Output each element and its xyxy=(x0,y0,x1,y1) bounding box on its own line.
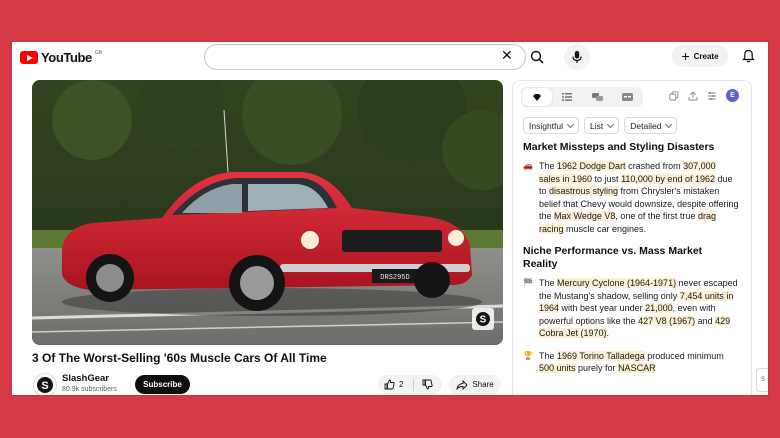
region-code: GB xyxy=(94,49,103,56)
tab-summary[interactable] xyxy=(522,88,552,106)
notifications-button[interactable] xyxy=(738,46,758,66)
text-segment: The xyxy=(539,350,558,361)
user-avatar[interactable]: E xyxy=(726,89,739,102)
bullet-emoji-icon: 🚗 xyxy=(523,161,533,170)
highlighted-term[interactable]: 21,000 xyxy=(645,303,673,313)
highlighted-term[interactable]: 500 units xyxy=(539,363,576,373)
tab-chat[interactable] xyxy=(582,88,612,106)
bullet-emoji-icon: 🏁 xyxy=(523,278,533,287)
tab-captions[interactable] xyxy=(612,88,642,106)
summary-item-text: The 1969 Torino Talladega produced minim… xyxy=(539,350,739,375)
like-button[interactable]: 2 xyxy=(378,379,413,390)
create-label: Create xyxy=(693,51,719,61)
bell-icon xyxy=(741,49,755,63)
summary-item: 🏁 The Mercury Cyclone (1964-1971) never e… xyxy=(523,277,739,340)
youtube-logo[interactable]: YouTube GB xyxy=(20,50,102,65)
caption-icon xyxy=(621,93,633,101)
channel-avatar[interactable]: S xyxy=(33,373,57,395)
panel-tabs xyxy=(521,87,643,107)
copy-icon[interactable] xyxy=(669,90,679,101)
panel-tools: E xyxy=(669,89,739,102)
bullet-emoji-icon: 🏆 xyxy=(523,350,533,360)
section-heading: Market Missteps and Styling Disasters xyxy=(523,141,715,153)
summary-item-text: The Mercury Cyclone (1964-1971) never es… xyxy=(539,277,739,340)
settings-sliders-icon[interactable] xyxy=(707,91,717,101)
browser-frame: YouTube GB ✕ + Create DRS295D S 3 Of The… xyxy=(12,42,768,395)
like-dislike-group: 2 xyxy=(378,375,442,394)
text-segment: crashed from xyxy=(625,161,684,171)
svg-text:S: S xyxy=(41,380,48,392)
length-dropdown[interactable]: Detailed xyxy=(624,117,678,134)
highlighted-term[interactable]: 1962 Dodge Dart xyxy=(557,161,626,171)
length-value: Detailed xyxy=(630,120,662,131)
export-icon[interactable] xyxy=(688,90,698,101)
text-segment: . xyxy=(606,328,610,338)
text-segment: produced minimum xyxy=(644,350,724,361)
chevron-down-icon xyxy=(607,120,615,128)
share-button[interactable]: Share xyxy=(449,375,501,394)
highlighted-term[interactable]: NASCAR xyxy=(618,363,656,373)
masthead: YouTube GB ✕ + Create xyxy=(12,42,768,72)
channel-name[interactable]: SlashGear xyxy=(62,373,109,384)
text-segment: The xyxy=(539,161,558,171)
chevron-down-icon xyxy=(665,120,673,128)
style-dropdown[interactable]: Insightful xyxy=(523,117,580,134)
search-icon xyxy=(530,50,544,64)
like-count: 2 xyxy=(399,380,404,389)
summary-filters: Insightful List Detailed xyxy=(523,117,678,134)
summary-panel: E Insightful List Detailed Market Misste… xyxy=(512,80,752,395)
highlighted-term[interactable]: 1969 Torino Talladega xyxy=(557,350,645,361)
license-plate-text: DRS295D xyxy=(380,274,409,282)
subscribe-watermark[interactable]: S xyxy=(472,308,494,330)
text-segment: The xyxy=(539,278,558,288)
summary-icon xyxy=(533,93,541,101)
text-segment: and xyxy=(695,315,716,326)
logo-text: YouTube xyxy=(41,50,92,65)
create-button[interactable]: + Create xyxy=(672,45,728,67)
style-value: Insightful xyxy=(529,120,564,131)
clear-search-icon[interactable]: ✕ xyxy=(501,47,513,64)
highlighted-term[interactable]: 427 V8 (1967) xyxy=(638,315,696,326)
thumbs-up-icon xyxy=(384,379,395,390)
list-icon xyxy=(562,93,572,101)
search-button[interactable] xyxy=(524,44,550,70)
format-dropdown[interactable]: List xyxy=(584,117,620,134)
highlighted-term[interactable]: Max Wedge V8 xyxy=(554,211,616,221)
summary-item: 🏆 The 1969 Torino Talladega produced mini… xyxy=(523,350,739,375)
section-heading: Niche Performance vs. Mass Market Realit… xyxy=(523,245,703,270)
video-title: 3 Of The Worst-Selling '60s Muscle Cars … xyxy=(32,351,327,365)
subscriber-count: 80.9k subscribers xyxy=(62,386,117,393)
microphone-icon xyxy=(572,51,582,63)
summary-item: 🚗 The 1962 Dodge Dart crashed from 307,00… xyxy=(523,160,739,235)
thumbs-down-icon xyxy=(422,379,433,390)
highlighted-term[interactable]: Mercury Cyclone (1964-1971) xyxy=(557,278,677,288)
dislike-button[interactable] xyxy=(413,379,442,390)
share-label: Share xyxy=(472,380,494,389)
text-segment: muscle car engines. xyxy=(563,223,647,234)
chat-icon xyxy=(591,92,603,101)
text-segment: purely for xyxy=(575,363,619,373)
subscribe-button[interactable]: Subscribe xyxy=(135,375,190,394)
slashgear-logo-icon: S xyxy=(37,377,53,393)
summary-item-text: The 1962 Dodge Dart crashed from 307,000… xyxy=(539,160,739,235)
highlighted-term[interactable]: disastrous styling xyxy=(549,186,619,196)
text-segment: with best year under xyxy=(559,303,646,313)
youtube-play-icon xyxy=(20,51,38,64)
chevron-down-icon xyxy=(566,120,575,128)
side-dock-handle[interactable]: S xyxy=(756,368,768,392)
text-segment: , one of the first true xyxy=(615,211,698,221)
plus-icon: + xyxy=(681,48,690,64)
video-player[interactable]: DRS295D S xyxy=(32,80,503,345)
search-box[interactable] xyxy=(204,44,526,70)
video-thumbnail: DRS295D xyxy=(32,80,503,345)
format-value: List xyxy=(590,120,604,131)
voice-search-button[interactable] xyxy=(564,44,590,70)
slashgear-logo-icon: S xyxy=(476,312,490,326)
share-arrow-icon xyxy=(456,379,468,390)
tab-list[interactable] xyxy=(552,88,582,106)
highlighted-term[interactable]: 110,000 by end of 1962 xyxy=(621,173,715,184)
svg-text:S: S xyxy=(480,315,487,326)
summary-content: Market Missteps and Styling Disasters 🚗 Th… xyxy=(523,141,739,385)
text-segment: to just xyxy=(592,173,622,184)
